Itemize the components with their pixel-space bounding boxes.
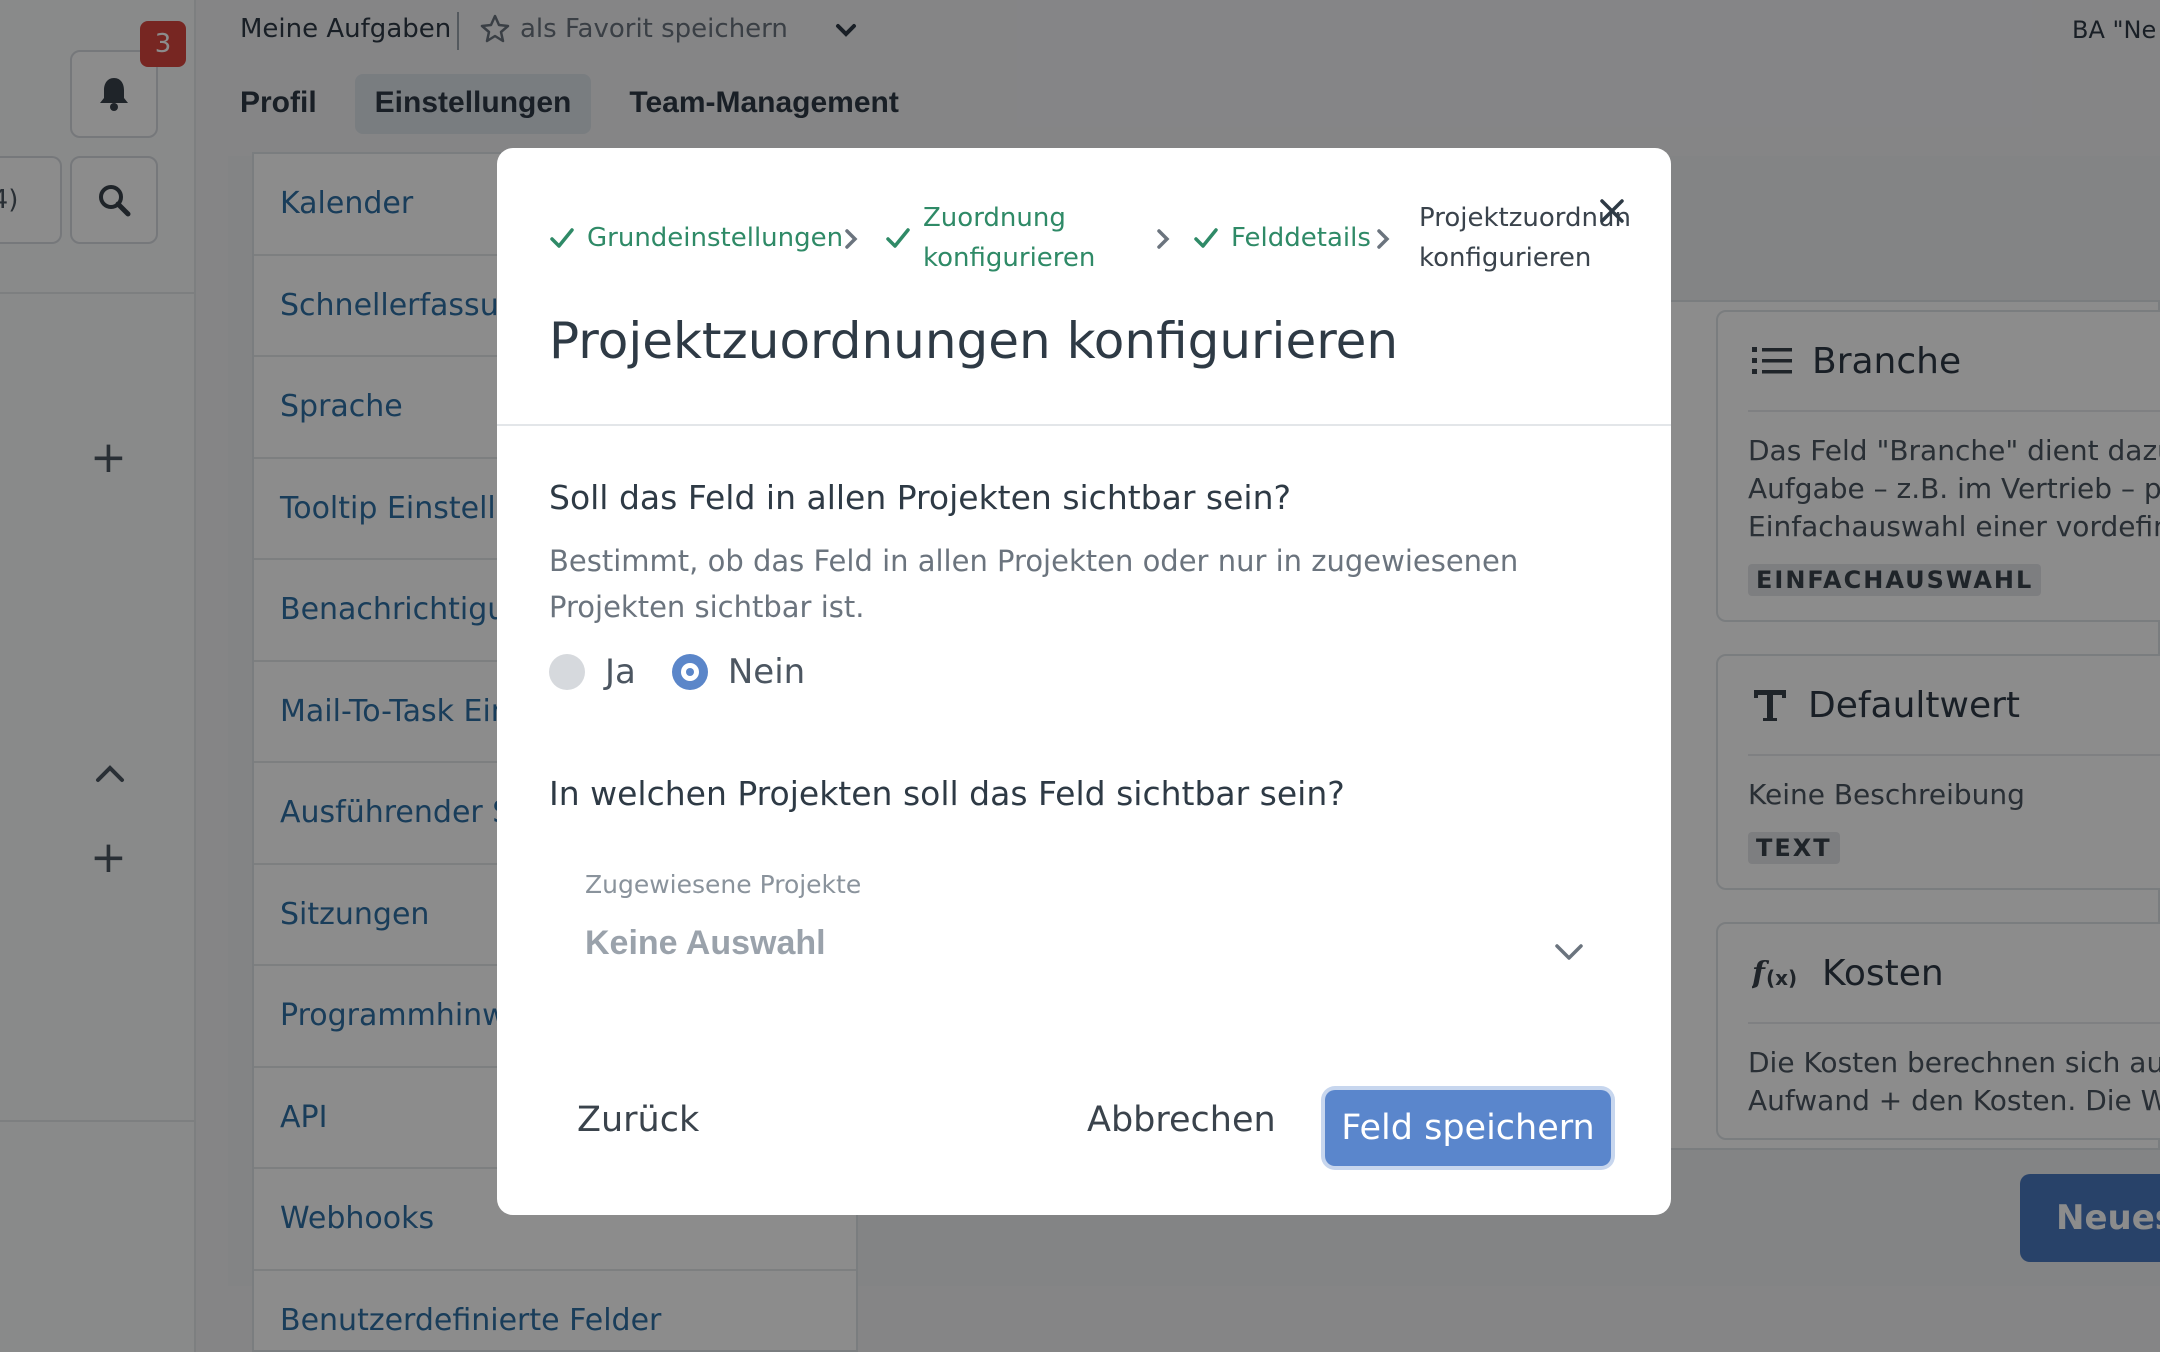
cancel-button[interactable]: Abbrechen xyxy=(1087,1100,1276,1140)
modal-dialog: Grundeinstellungen Zuordnung konfigurier… xyxy=(497,148,1671,1215)
radio-circle[interactable] xyxy=(549,654,585,690)
modal-divider xyxy=(497,424,1671,426)
chevron-right-icon xyxy=(1157,229,1170,249)
chevron-down-icon[interactable] xyxy=(1551,940,1587,964)
radio-nein[interactable]: Nein xyxy=(671,652,806,692)
step-label: Zuordnung konfigurieren xyxy=(923,198,1095,278)
save-field-button[interactable]: Feld speichern xyxy=(1325,1090,1611,1166)
chevron-right-icon xyxy=(845,229,858,249)
modal-title: Projektzuordnungen konfigurieren xyxy=(549,312,1399,370)
projects-select[interactable]: Keine Auswahl xyxy=(585,924,826,963)
question-visibility-description: Bestimmt, ob das Feld in allen Projekten… xyxy=(549,544,1519,624)
wizard-stepper: Grundeinstellungen Zuordnung konfigurier… xyxy=(549,198,1631,278)
step-label: Felddetails xyxy=(1231,223,1371,253)
visibility-radio-group: Ja Nein xyxy=(549,652,841,692)
radio-label: Nein xyxy=(727,652,806,692)
check-icon xyxy=(886,228,910,248)
check-icon xyxy=(550,228,574,248)
close-icon[interactable] xyxy=(1595,194,1629,228)
step-label-line: konfigurieren xyxy=(923,243,1096,273)
question-projects: In welchen Projekten soll das Feld sicht… xyxy=(549,774,1345,813)
step-felddetails[interactable]: Felddetails xyxy=(1193,218,1371,258)
step-zuordnung-konfigurieren[interactable]: Zuordnung konfigurieren xyxy=(885,198,1095,278)
step-label-line: Zuordnung xyxy=(923,203,1066,233)
back-button[interactable]: Zurück xyxy=(577,1100,699,1140)
radio-ja[interactable]: Ja xyxy=(549,652,636,692)
radio-label: Ja xyxy=(605,652,636,692)
step-label: Grundeinstellungen xyxy=(587,223,844,253)
chevron-right-icon xyxy=(1377,229,1390,249)
step-grundeinstellungen[interactable]: Grundeinstellungen xyxy=(549,218,843,258)
radio-circle-selected[interactable] xyxy=(671,654,708,690)
question-visibility: Soll das Feld in allen Projekten sichtba… xyxy=(549,478,1292,517)
check-icon xyxy=(1194,228,1218,248)
projects-select-label: Zugewiesene Projekte xyxy=(585,870,862,899)
step-label-line: konfigurieren xyxy=(1419,243,1592,273)
